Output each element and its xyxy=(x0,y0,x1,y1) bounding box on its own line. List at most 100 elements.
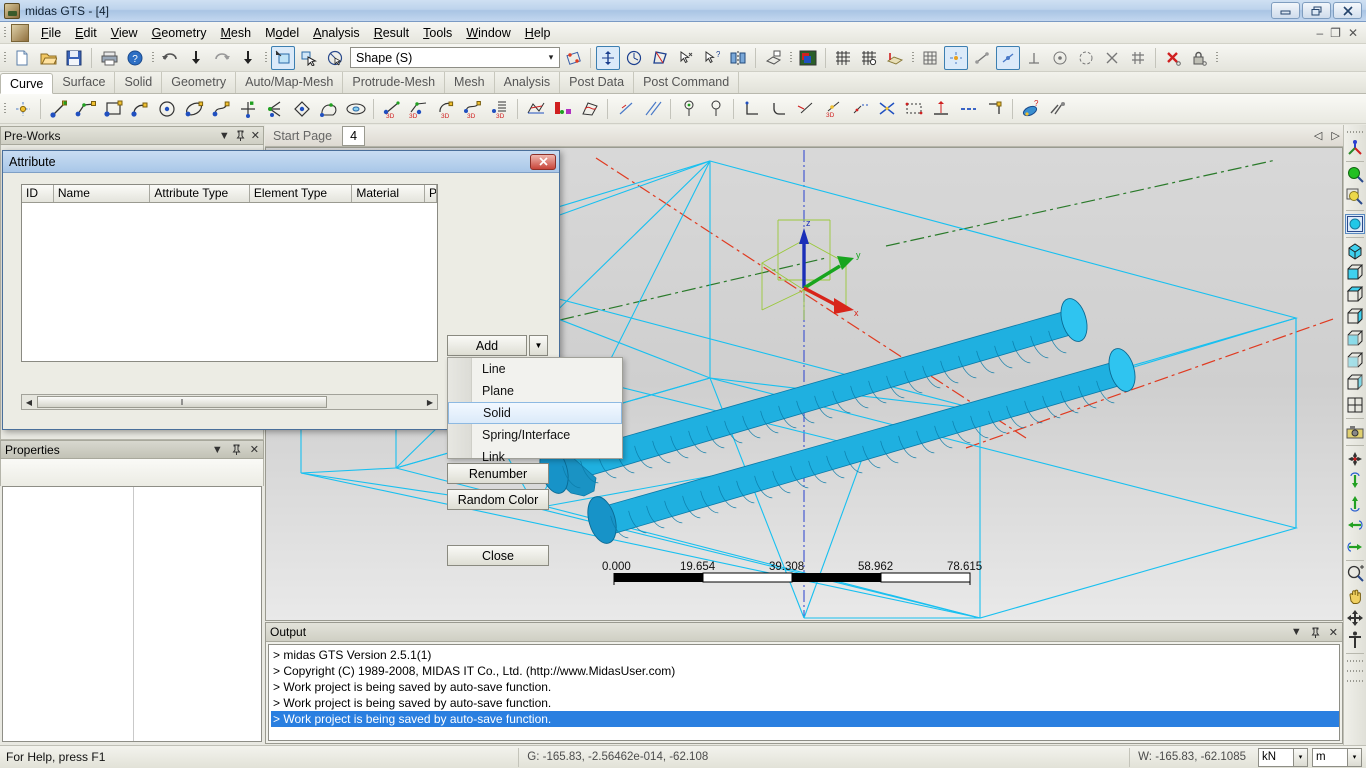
pan-move-icon[interactable] xyxy=(1345,608,1365,628)
snap-point-icon[interactable] xyxy=(944,45,968,70)
right-toolbar-overflow-2[interactable] xyxy=(1347,668,1363,674)
toolbar-overflow-5[interactable] xyxy=(1214,50,1221,66)
create-circle-icon[interactable] xyxy=(154,96,179,121)
tab-mesh[interactable]: Mesh xyxy=(445,72,495,93)
select-circle-icon[interactable] xyxy=(323,46,347,70)
col-header-attribute-type[interactable]: Attribute Type xyxy=(150,185,250,202)
right-toolbar-overflow-3[interactable] xyxy=(1347,678,1363,684)
create-rectangle-icon[interactable] xyxy=(100,96,125,121)
render-mode-icon[interactable] xyxy=(796,46,820,70)
measure-distance-icon[interactable] xyxy=(596,45,620,70)
close-button[interactable] xyxy=(1333,2,1362,19)
menu-analysis[interactable]: Analysis xyxy=(306,23,367,43)
menu-item-line[interactable]: Line xyxy=(448,358,622,380)
create-helix-3d-icon[interactable]: 3D xyxy=(487,96,512,121)
add-dropdown-arrow-icon[interactable]: ▼ xyxy=(529,335,548,356)
create-spline-3d-icon[interactable]: 3D xyxy=(460,96,485,121)
new-file-icon[interactable] xyxy=(10,46,34,70)
output-log-line[interactable]: > midas GTS Version 2.5.1(1) xyxy=(271,647,1339,663)
menu-grip[interactable] xyxy=(2,25,9,41)
tab-protrude-mesh[interactable]: Protrude-Mesh xyxy=(343,72,446,93)
curve-tools-icon[interactable] xyxy=(1045,96,1070,121)
doc-prev-icon[interactable]: ◁ xyxy=(1314,129,1322,142)
create-line-icon[interactable] xyxy=(46,96,71,121)
toolbar-overflow-1[interactable] xyxy=(150,50,157,66)
snap-center-icon[interactable] xyxy=(1048,46,1072,70)
print-icon[interactable] xyxy=(97,46,121,70)
curve-parallel-icon[interactable] xyxy=(640,96,665,121)
lock-icon[interactable] xyxy=(1187,46,1211,70)
menu-result[interactable]: Result xyxy=(367,23,416,43)
right-toolbar-overflow-1[interactable] xyxy=(1347,658,1363,664)
menu-view[interactable]: View xyxy=(104,23,145,43)
snap-quadrant-icon[interactable] xyxy=(1074,46,1098,70)
create-ellipse-icon[interactable] xyxy=(181,96,206,121)
menu-item-solid[interactable]: Solid xyxy=(448,402,622,424)
undo-list-icon[interactable] xyxy=(184,46,208,70)
chevron-down-icon[interactable]: ▾ xyxy=(543,52,559,63)
curve-color-icon[interactable]: ? xyxy=(1018,96,1043,121)
select-pointer-icon[interactable] xyxy=(297,46,321,70)
tab-solid[interactable]: Solid xyxy=(115,72,163,93)
work-grid-icon[interactable] xyxy=(883,46,907,70)
menu-file[interactable]: File xyxy=(34,23,68,43)
col-header-material[interactable]: Material xyxy=(352,185,426,202)
view-top-icon[interactable] xyxy=(1345,285,1365,305)
properties-column-splitter[interactable] xyxy=(133,487,134,741)
menu-mesh[interactable]: Mesh xyxy=(213,23,258,43)
work-plane-icon[interactable] xyxy=(761,46,785,70)
create-polyline-3d-icon[interactable]: 3D xyxy=(406,96,431,121)
preworks-close-icon[interactable]: ✕ xyxy=(251,129,260,142)
properties-grid[interactable] xyxy=(2,486,262,742)
curve-corner-icon[interactable] xyxy=(739,96,764,121)
curve-trim-icon[interactable] xyxy=(793,96,818,121)
attribute-table-body[interactable] xyxy=(22,203,437,361)
properties-menu-icon[interactable]: ▼ xyxy=(212,444,223,456)
output-menu-icon[interactable]: ▼ xyxy=(1291,626,1302,638)
open-file-icon[interactable] xyxy=(36,46,60,70)
create-offset-curve-icon[interactable] xyxy=(262,96,287,121)
pick-query-icon[interactable]: ? xyxy=(700,46,724,70)
isometric-view-icon[interactable] xyxy=(1345,138,1365,158)
toolbar-overflow-4[interactable] xyxy=(910,50,917,66)
tab-analysis[interactable]: Analysis xyxy=(495,72,561,93)
view-multi-window-icon[interactable] xyxy=(1345,395,1365,415)
output-log-list[interactable]: > midas GTS Version 2.5.1(1) > Copyright… xyxy=(268,644,1340,741)
output-log-line[interactable]: > Work project is being saved by auto-sa… xyxy=(271,695,1339,711)
snap-grid-cross-icon[interactable] xyxy=(1126,46,1150,70)
create-oval-icon[interactable] xyxy=(343,96,368,121)
mirror-icon[interactable] xyxy=(726,46,750,70)
curve-loop-open-icon[interactable] xyxy=(703,96,728,121)
select-rectangle-icon[interactable] xyxy=(271,45,295,70)
curve-fillet-icon[interactable] xyxy=(766,96,791,121)
curve-dash-icon[interactable] xyxy=(955,96,980,121)
menu-edit[interactable]: Edit xyxy=(68,23,104,43)
mdi-close-button[interactable]: ✕ xyxy=(1348,26,1358,40)
view-front-icon[interactable] xyxy=(1345,263,1365,283)
rotate-right-icon[interactable] xyxy=(1345,537,1365,557)
menu-window[interactable]: Window xyxy=(459,23,517,43)
create-diamond-icon[interactable] xyxy=(289,96,314,121)
create-arc-3d-icon[interactable]: 3D xyxy=(433,96,458,121)
rotate-up-icon[interactable] xyxy=(1345,493,1365,513)
force-unit-chevron-down-icon[interactable]: ▾ xyxy=(1293,748,1307,766)
output-log-line[interactable]: > Copyright (C) 1989-2008, MIDAS IT Co.,… xyxy=(271,663,1339,679)
menu-item-plane[interactable]: Plane xyxy=(448,380,622,402)
curve-loop-icon[interactable] xyxy=(676,96,701,121)
rotate-free-icon[interactable] xyxy=(1345,449,1365,469)
mdi-minimize-button[interactable]: – xyxy=(1316,26,1323,40)
minimize-button[interactable] xyxy=(1271,2,1300,19)
menu-item-link[interactable]: Link xyxy=(448,446,622,468)
create-line-3d-icon[interactable]: 3D xyxy=(379,96,404,121)
random-color-button[interactable]: Random Color xyxy=(447,489,549,510)
tab-geometry[interactable]: Geometry xyxy=(162,72,237,93)
snap-grid-icon[interactable] xyxy=(918,46,942,70)
create-cross-icon[interactable] xyxy=(235,96,260,121)
output-log-line-selected[interactable]: > Work project is being saved by auto-sa… xyxy=(271,711,1339,727)
restore-button[interactable] xyxy=(1302,2,1331,19)
output-pin-icon[interactable] xyxy=(1311,627,1320,638)
create-arc-icon[interactable] xyxy=(127,96,152,121)
measure-area-icon[interactable] xyxy=(648,46,672,70)
attribute-table[interactable]: ID Name Attribute Type Element Type Mate… xyxy=(21,184,438,362)
col-header-id[interactable]: ID xyxy=(22,185,54,202)
